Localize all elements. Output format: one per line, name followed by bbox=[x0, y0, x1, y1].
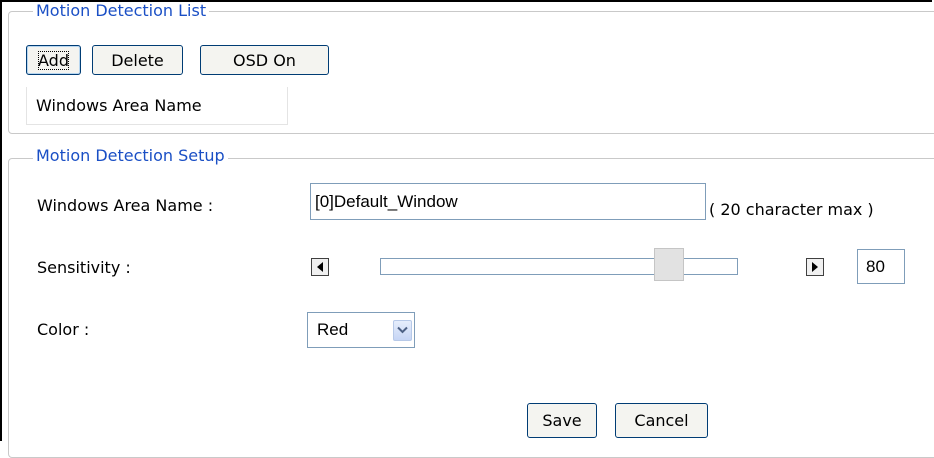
chevron-down-icon[interactable] bbox=[393, 319, 412, 341]
name-length-hint: ( 20 character max ) bbox=[709, 200, 874, 219]
left-arrow-icon bbox=[316, 262, 324, 272]
motion-detection-setup-legend: Motion Detection Setup bbox=[33, 147, 228, 165]
save-button[interactable]: Save bbox=[527, 403, 597, 438]
add-button[interactable]: Add bbox=[26, 45, 81, 75]
color-select[interactable]: Red bbox=[307, 312, 415, 348]
color-label: Color : bbox=[37, 320, 90, 339]
windows-area-name-column-header: Windows Area Name bbox=[26, 87, 288, 125]
sensitivity-decrease-button[interactable] bbox=[311, 258, 329, 276]
right-arrow-icon bbox=[811, 262, 819, 272]
sensitivity-value-input[interactable] bbox=[857, 249, 905, 284]
delete-button[interactable]: Delete bbox=[92, 45, 183, 75]
windows-area-name-label: Windows Area Name : bbox=[37, 196, 214, 215]
cancel-button[interactable]: Cancel bbox=[615, 403, 708, 438]
color-select-value: Red bbox=[317, 320, 349, 339]
delete-button-label: Delete bbox=[111, 50, 164, 70]
motion-detection-list-legend: Motion Detection List bbox=[33, 2, 210, 20]
sensitivity-slider-track[interactable] bbox=[380, 258, 738, 275]
sensitivity-increase-button[interactable] bbox=[806, 258, 824, 276]
add-button-label: Add bbox=[38, 50, 69, 70]
osd-on-button-label: OSD On bbox=[233, 50, 296, 70]
sensitivity-slider-thumb[interactable] bbox=[654, 248, 684, 281]
sensitivity-label: Sensitivity : bbox=[37, 258, 131, 277]
windows-area-name-input[interactable] bbox=[310, 183, 706, 220]
save-button-label: Save bbox=[542, 411, 582, 430]
cancel-button-label: Cancel bbox=[634, 411, 689, 430]
osd-on-button[interactable]: OSD On bbox=[200, 45, 329, 75]
